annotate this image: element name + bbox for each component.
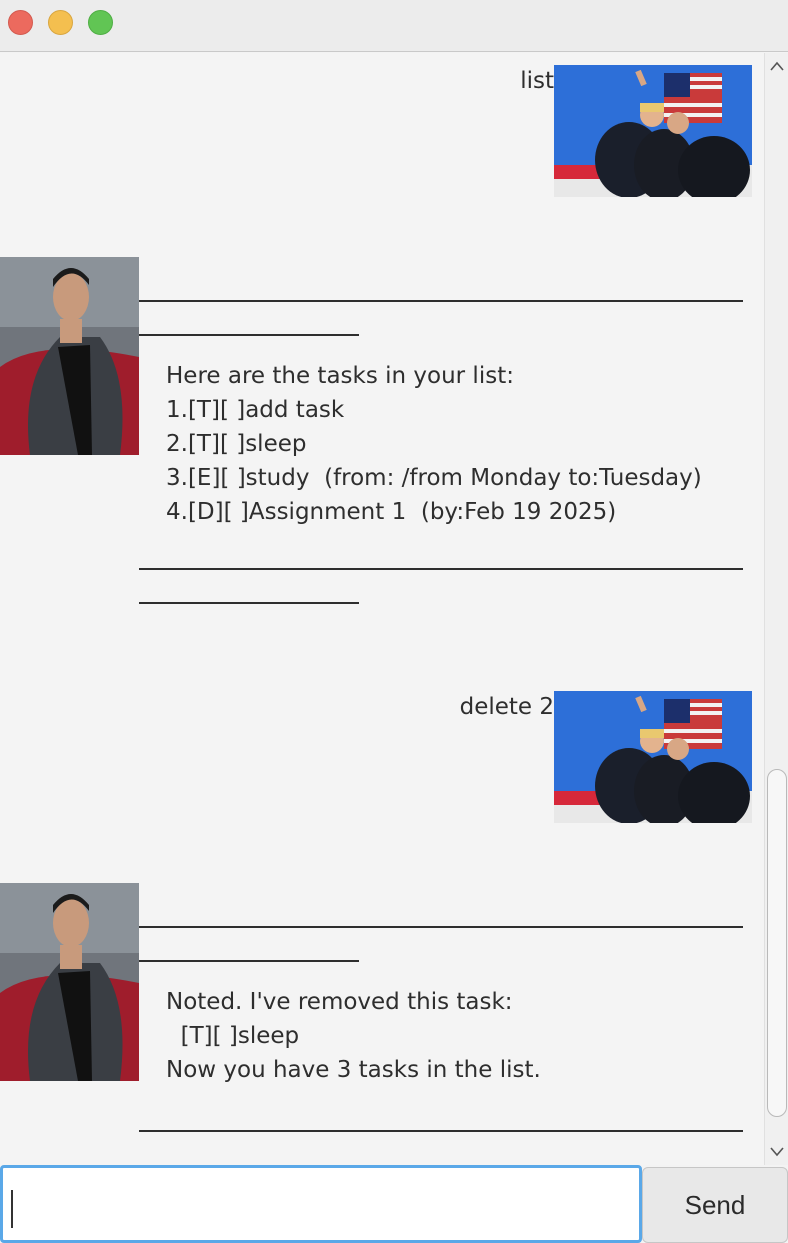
window-titlebar <box>0 0 788 52</box>
bot-message-line: 4.[D][ ]Assignment 1 (by:Feb 19 2025) <box>166 499 617 525</box>
bot-divider <box>139 568 743 570</box>
bot-avatar <box>0 883 139 1081</box>
bot-message-line: [T][ ]sleep <box>166 1023 300 1049</box>
bot-divider <box>139 960 359 962</box>
bot-message-text: Here are the tasks in your list: 1.[T][ … <box>166 359 702 529</box>
bot-avatar <box>0 257 139 455</box>
chat-scrollbar[interactable] <box>764 53 788 1165</box>
bot-divider <box>139 300 743 302</box>
bot-message-line: Here are the tasks in your list: <box>166 363 514 389</box>
user-message-text: list <box>520 68 554 94</box>
message-input[interactable] <box>0 1165 642 1243</box>
text-caret <box>11 1190 13 1228</box>
bot-message-line: Noted. I've removed this task: <box>166 989 513 1015</box>
user-avatar <box>554 691 752 823</box>
window-close-button[interactable] <box>8 10 33 35</box>
user-avatar <box>554 65 752 197</box>
bot-message-line: Now you have 3 tasks in the list. <box>166 1057 541 1083</box>
bot-message-line: 2.[T][ ]sleep <box>166 431 307 457</box>
send-button[interactable]: Send <box>642 1167 788 1243</box>
bot-divider <box>139 602 359 604</box>
bot-message-line: 1.[T][ ]add task <box>166 397 345 423</box>
window-minimize-button[interactable] <box>48 10 73 35</box>
user-message-text: delete 2 <box>459 694 554 720</box>
window-maximize-button[interactable] <box>88 10 113 35</box>
chat-dialog-container: list Here are the tasks in your list: 1.… <box>0 53 764 1165</box>
bot-divider <box>139 334 359 336</box>
scrollbar-thumb[interactable] <box>767 769 787 1117</box>
chevron-down-icon[interactable] <box>765 1141 788 1163</box>
bot-message-text: Noted. I've removed this task: [T][ ]sle… <box>166 985 541 1087</box>
bot-divider <box>139 1130 743 1132</box>
chevron-up-icon[interactable] <box>765 55 788 77</box>
bot-divider <box>139 926 743 928</box>
bot-message-line: 3.[E][ ]study (from: /from Monday to:Tue… <box>166 465 702 491</box>
